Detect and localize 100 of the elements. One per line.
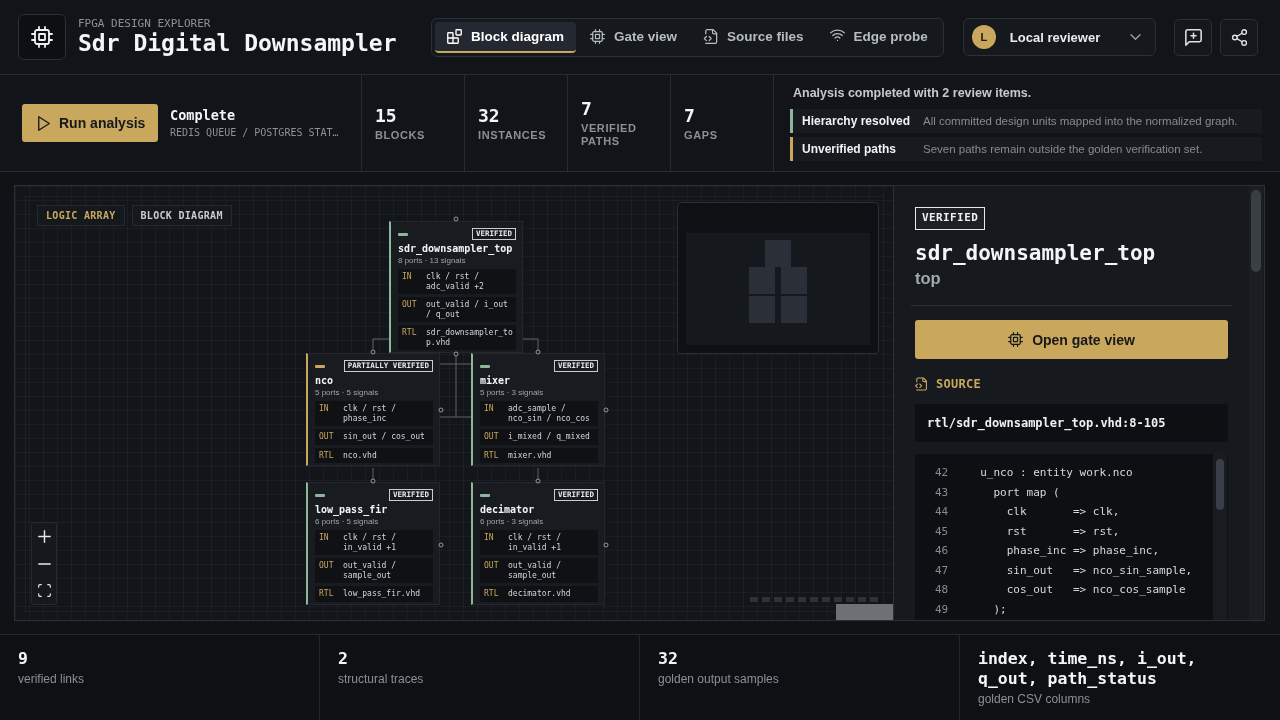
connector-line bbox=[522, 338, 539, 352]
line-number: 42 bbox=[935, 466, 950, 480]
port-icon bbox=[535, 478, 541, 484]
canvas-label: BLOCK DIAGRAM bbox=[131, 205, 232, 226]
review-title: Unverified paths bbox=[801, 141, 898, 156]
code-line: port map ( bbox=[993, 485, 1060, 499]
code-line: u_nco : entity work.nco bbox=[980, 466, 1133, 480]
port-icon bbox=[438, 407, 444, 413]
stat-label: INSTANCES bbox=[478, 128, 548, 142]
port-icon bbox=[603, 407, 609, 413]
app-subtitle: FPGA DESIGN EXPLORER bbox=[78, 17, 212, 30]
port-signals: sin_out / cos_out bbox=[343, 432, 426, 442]
code-line: clk => clk, bbox=[1006, 505, 1120, 519]
connector-line bbox=[372, 467, 374, 481]
port-tag: IN bbox=[402, 272, 426, 291]
port-tag: IN bbox=[319, 404, 343, 423]
line-number: 45 bbox=[935, 524, 950, 538]
stat-value: 7 bbox=[684, 104, 696, 127]
line-number: 48 bbox=[935, 583, 950, 597]
avatar: L bbox=[971, 25, 996, 49]
minus-icon bbox=[37, 562, 51, 565]
blocks-icon bbox=[447, 28, 462, 44]
review-title: Hierarchy resolved bbox=[801, 113, 912, 128]
stat-value: 32 bbox=[478, 104, 501, 127]
app-title: Sdr Digital Downsampler bbox=[78, 30, 397, 57]
connector-line bbox=[537, 467, 539, 481]
scrollbar-thumb[interactable] bbox=[1251, 190, 1261, 272]
chip-icon bbox=[1008, 332, 1024, 347]
port-signals: low_pass_fir.vhd bbox=[343, 589, 422, 599]
port-icon bbox=[535, 349, 541, 355]
section-label: SOURCE bbox=[936, 377, 982, 391]
add-comment-button[interactable] bbox=[1174, 18, 1213, 56]
port-signals: clk / rst / adc_valid +2 bbox=[426, 272, 485, 291]
share-icon bbox=[1230, 28, 1248, 46]
line-number: 47 bbox=[935, 563, 950, 577]
code-line: ); bbox=[993, 602, 1007, 616]
line-number: 49 bbox=[935, 602, 950, 616]
port-tag: RTL bbox=[484, 589, 508, 599]
node-meta: 5 ports · 3 signals bbox=[480, 388, 545, 397]
run-analysis-button[interactable]: Run analysis bbox=[22, 104, 158, 142]
scrollbar-thumb[interactable] bbox=[1216, 459, 1224, 510]
port-tag: IN bbox=[484, 404, 508, 423]
play-icon bbox=[38, 115, 50, 131]
metric-label: golden output samples bbox=[658, 672, 780, 687]
port-tag: OUT bbox=[319, 432, 343, 442]
line-number: 44 bbox=[935, 505, 950, 519]
scrollbar-thumb[interactable] bbox=[836, 604, 893, 620]
share-button[interactable] bbox=[1220, 18, 1258, 56]
port-icon bbox=[453, 351, 459, 357]
port-signals: clk / rst / in_valid +1 bbox=[508, 533, 562, 552]
stat-label: GAPS bbox=[684, 128, 719, 142]
port-signals: decimator.vhd bbox=[508, 589, 572, 599]
detail-subtitle: top bbox=[915, 268, 942, 288]
review-summary: Analysis completed with 2 review items. bbox=[793, 85, 1033, 101]
node-meta: 6 ports · 3 signals bbox=[480, 517, 545, 526]
line-number: 46 bbox=[935, 544, 950, 558]
view-tab[interactable]: Source files bbox=[691, 21, 816, 53]
port-signals: out_valid / sample_out bbox=[508, 561, 562, 580]
port-tag: IN bbox=[319, 533, 343, 552]
user-menu[interactable]: L Local reviewer bbox=[962, 18, 1157, 56]
port-tag: RTL bbox=[402, 328, 426, 347]
port-tag: RTL bbox=[484, 450, 508, 460]
plus-icon bbox=[37, 530, 51, 543]
port-icon bbox=[370, 349, 376, 355]
metric-value: index, time_ns, i_out, q_out, path_status bbox=[978, 649, 1198, 689]
metric-label: golden CSV columns bbox=[978, 692, 1092, 707]
port-signals: nco.vhd bbox=[343, 450, 378, 460]
view-tab[interactable]: Edge probe bbox=[817, 21, 940, 53]
message-plus-icon bbox=[1184, 28, 1202, 46]
port-icon bbox=[453, 216, 459, 222]
wifi-icon bbox=[829, 28, 845, 44]
code-line: sin_out => nco_sin_sample, bbox=[1006, 563, 1193, 577]
node-title: decimator bbox=[480, 504, 536, 516]
port-icon bbox=[603, 542, 609, 548]
open-gate-view-button[interactable]: Open gate view bbox=[915, 320, 1228, 359]
review-description: Seven paths remain outside the golden verification set. bbox=[923, 142, 1203, 155]
code-line: cos_out => nco_cos_sample bbox=[1006, 583, 1186, 597]
code-line: phase_inc => phase_inc, bbox=[1006, 544, 1160, 558]
node-title: nco bbox=[315, 375, 335, 387]
dash-strip-icon bbox=[750, 597, 880, 602]
stat-value: 7 bbox=[581, 98, 593, 120]
source-path: rtl/sdr_downsampler_top.vhd:8-105 bbox=[915, 404, 1228, 442]
fullscreen-icon bbox=[37, 584, 51, 597]
status-detail: REDIS QUEUE / POSTGRES STAT… bbox=[170, 127, 339, 139]
node-title: mixer bbox=[480, 375, 512, 387]
stat-value: 15 bbox=[375, 104, 398, 127]
node-meta: 6 ports · 5 signals bbox=[315, 517, 380, 526]
port-tag: IN bbox=[484, 533, 508, 552]
metric-label: structural traces bbox=[338, 672, 425, 687]
chip-logo-icon bbox=[18, 14, 66, 60]
port-signals: adc_sample / nco_sin / nco_cos bbox=[508, 404, 591, 423]
port-signals: out_valid / i_out / q_out bbox=[426, 300, 509, 319]
metric-value: 32 bbox=[658, 649, 679, 669]
view-tab[interactable]: Gate view bbox=[578, 21, 690, 53]
port-signals: out_valid / sample_out bbox=[343, 561, 397, 580]
node-title: sdr_downsampler_top bbox=[398, 243, 514, 255]
detail-title: sdr_downsampler_top bbox=[915, 240, 1157, 266]
view-tab[interactable]: Block diagram bbox=[435, 21, 577, 53]
status-text: Complete bbox=[170, 107, 237, 124]
metric-value: 9 bbox=[18, 649, 29, 669]
